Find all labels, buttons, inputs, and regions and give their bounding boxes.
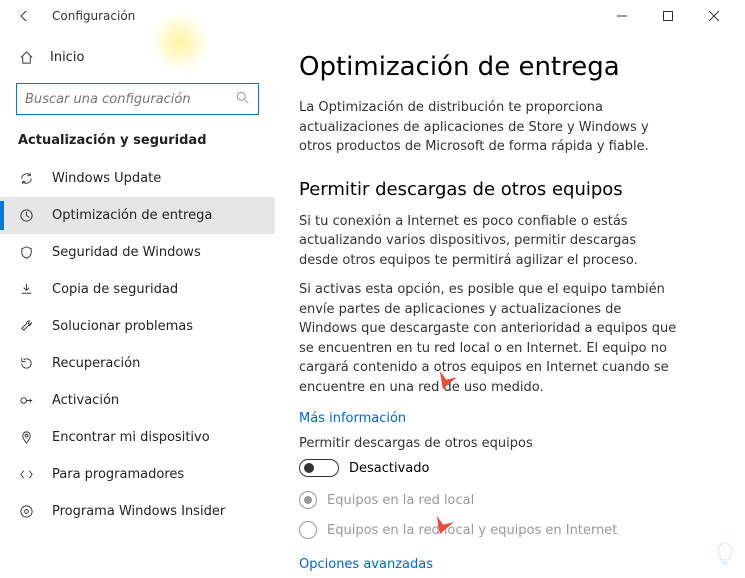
sidebar-item-recovery[interactable]: Recuperación bbox=[0, 345, 275, 382]
titlebar: Configuración bbox=[0, 0, 745, 32]
recovery-icon bbox=[18, 356, 34, 371]
sidebar-item-label: Solucionar problemas bbox=[52, 319, 193, 334]
sidebar-item-label: Copia de seguridad bbox=[52, 282, 178, 297]
sync-icon bbox=[18, 171, 34, 186]
home-label: Inicio bbox=[50, 50, 84, 65]
section-subtitle: Permitir descargas de otros equipos bbox=[299, 179, 709, 200]
toggle-state-text: Desactivado bbox=[349, 461, 429, 476]
sidebar-item-windows-security[interactable]: Seguridad de Windows bbox=[0, 234, 275, 271]
home-button[interactable]: Inicio bbox=[0, 40, 275, 75]
advanced-options-link[interactable]: Opciones avanzadas bbox=[299, 557, 433, 572]
key-icon bbox=[18, 393, 34, 408]
shield-icon bbox=[18, 245, 34, 260]
toggle-label: Permitir descargas de otros equipos bbox=[299, 436, 709, 451]
allow-downloads-toggle[interactable] bbox=[299, 459, 339, 477]
page-intro: La Optimización de distribución te propo… bbox=[299, 98, 679, 157]
maximize-button[interactable] bbox=[645, 0, 691, 32]
delivery-icon bbox=[18, 208, 34, 223]
toggle-knob bbox=[304, 463, 314, 473]
sidebar-item-troubleshoot[interactable]: Solucionar problemas bbox=[0, 308, 275, 345]
page-title: Optimización de entrega bbox=[299, 52, 709, 82]
sidebar-item-label: Windows Update bbox=[52, 171, 161, 186]
radio-local: Equipos en la red local bbox=[299, 491, 709, 509]
insider-icon bbox=[18, 504, 34, 519]
sidebar-item-label: Programa Windows Insider bbox=[52, 504, 225, 519]
radio-label: Equipos en la red local y equipos en Int… bbox=[327, 523, 617, 538]
sidebar-item-label: Seguridad de Windows bbox=[52, 245, 201, 260]
back-button[interactable] bbox=[8, 0, 40, 32]
radio-icon bbox=[299, 491, 317, 509]
code-icon bbox=[18, 467, 34, 482]
search-box[interactable] bbox=[16, 83, 259, 115]
sidebar-item-label: Activación bbox=[52, 393, 119, 408]
home-icon bbox=[18, 50, 34, 65]
sidebar-section-title: Actualización y seguridad bbox=[0, 129, 275, 160]
radio-label: Equipos en la red local bbox=[327, 493, 474, 508]
radio-local-internet: Equipos en la red local y equipos en Int… bbox=[299, 521, 709, 539]
close-button[interactable] bbox=[691, 0, 737, 32]
main-panel: Optimización de entrega La Optimización … bbox=[275, 32, 745, 578]
minimize-button[interactable] bbox=[599, 0, 645, 32]
search-input[interactable] bbox=[25, 92, 236, 107]
paragraph-2: Si activas esta opción, es posible que e… bbox=[299, 280, 679, 397]
sidebar-item-delivery-optimization[interactable]: Optimización de entrega bbox=[0, 197, 275, 234]
wrench-icon bbox=[18, 319, 34, 334]
sidebar-item-label: Optimización de entrega bbox=[52, 208, 212, 223]
sidebar-item-backup[interactable]: Copia de seguridad bbox=[0, 271, 275, 308]
backup-icon bbox=[18, 282, 34, 297]
sidebar-item-activation[interactable]: Activación bbox=[0, 382, 275, 419]
sidebar: Inicio Actualización y seguridad Windows… bbox=[0, 32, 275, 578]
radio-icon bbox=[299, 521, 317, 539]
location-icon bbox=[18, 430, 34, 445]
window-title: Configuración bbox=[52, 9, 135, 23]
sidebar-item-label: Recuperación bbox=[52, 356, 140, 371]
sidebar-item-windows-update[interactable]: Windows Update bbox=[0, 160, 275, 197]
watermark-bulb-icon bbox=[711, 540, 739, 572]
sidebar-item-label: Encontrar mi dispositivo bbox=[52, 430, 210, 445]
sidebar-item-find-device[interactable]: Encontrar mi dispositivo bbox=[0, 419, 275, 456]
sidebar-item-insider[interactable]: Programa Windows Insider bbox=[0, 493, 275, 530]
more-info-link[interactable]: Más información bbox=[299, 411, 406, 426]
sidebar-item-label: Para programadores bbox=[52, 467, 184, 482]
paragraph-1: Si tu conexión a Internet es poco confia… bbox=[299, 212, 679, 271]
sidebar-item-developers[interactable]: Para programadores bbox=[0, 456, 275, 493]
window-controls bbox=[599, 0, 737, 32]
search-icon bbox=[236, 90, 250, 109]
